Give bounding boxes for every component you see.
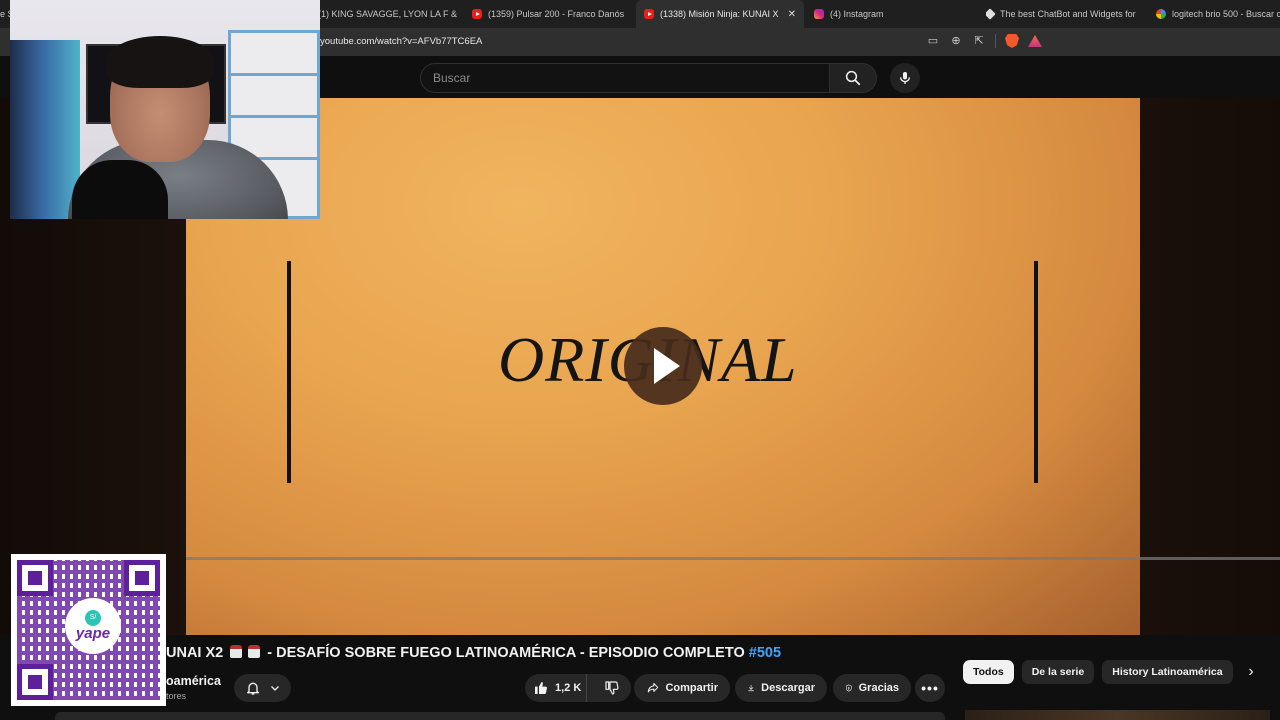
tab-google-search[interactable]: logitech brio 500 - Buscar cor <box>1156 0 1280 28</box>
qr-finder <box>124 560 160 596</box>
share-icon <box>647 683 659 693</box>
subscriber-count: tores <box>166 691 187 701</box>
chevron-down-icon <box>270 686 279 691</box>
thanks-button[interactable]: $ Gracias <box>833 674 911 702</box>
chef-emoji-icon <box>248 645 261 658</box>
webcam-clothes <box>10 40 80 219</box>
chef-emoji-icon <box>230 645 243 658</box>
video-frame-bar <box>287 261 291 483</box>
share-button[interactable]: Compartir <box>634 674 730 702</box>
play-button[interactable] <box>624 327 702 405</box>
youtube-icon <box>472 9 482 19</box>
chatbot-icon <box>986 8 996 20</box>
tab-label: The best ChatBot and Widgets for Ki <box>1000 9 1138 19</box>
chevron-right-icon[interactable]: › <box>1240 661 1262 683</box>
recommendation-chips: Todos De la serie History Latinoamérica <box>963 660 1233 684</box>
qr-finder <box>17 664 53 700</box>
share-page-icon[interactable]: ⇱ <box>972 34 986 48</box>
search-button[interactable] <box>829 63 877 93</box>
download-button[interactable]: Descargar <box>735 674 827 702</box>
tab-chatbot[interactable]: The best ChatBot and Widgets for Ki <box>986 0 1138 28</box>
channel-name[interactable]: oamérica <box>166 674 221 688</box>
voice-search-button[interactable] <box>890 63 920 93</box>
like-dislike-group: 1,2 K <box>525 674 631 702</box>
zoom-icon[interactable]: ⊕ <box>949 34 963 48</box>
like-count: 1,2 K <box>555 682 582 694</box>
tab-label: (1359) Pulsar 200 - Franco Danós <box>488 9 625 19</box>
search-icon <box>845 70 861 86</box>
tab-pulsar[interactable]: (1359) Pulsar 200 - Franco Danós ✕ <box>472 0 630 28</box>
url-field[interactable]: youtube.com/watch?v=AFVb77TC6EA <box>320 36 482 47</box>
like-button[interactable]: 1,2 K <box>525 674 588 702</box>
brave-shields-icon[interactable]: 10 <box>1005 34 1019 48</box>
instagram-icon <box>814 9 824 19</box>
thumbs-down-icon <box>605 681 619 695</box>
yape-coin-icon: S/ <box>85 610 101 626</box>
description-box-edge <box>55 712 945 720</box>
search-input[interactable] <box>421 64 829 92</box>
svg-text:$: $ <box>848 686 850 690</box>
notification-bell-button[interactable] <box>234 674 291 702</box>
brave-rewards-icon[interactable] <box>1028 35 1042 47</box>
dislike-button[interactable] <box>593 674 631 702</box>
chip-todos[interactable]: Todos <box>963 660 1014 684</box>
webcam-overlay <box>10 0 320 219</box>
cast-icon[interactable]: ▭ <box>926 34 940 48</box>
thanks-dollar-icon: $ <box>845 684 852 692</box>
youtube-icon <box>644 9 654 19</box>
thumbs-up-icon <box>535 681 547 695</box>
address-bar-actions: ▭ ⊕ ⇱ 10 <box>926 34 1042 48</box>
brave-badge: 10 <box>1012 30 1021 36</box>
tab-king-savagge[interactable]: (1) KING SAVAGGE, LYON LA F & KAT <box>318 0 458 28</box>
search-box <box>420 63 829 93</box>
chip-history-latinoamerica[interactable]: History Latinoamérica <box>1102 660 1233 684</box>
hashtag-link[interactable]: #505 <box>749 645 781 661</box>
microphone-icon <box>900 72 910 84</box>
yape-qr-code: S/ yape <box>11 554 166 706</box>
divider <box>995 34 996 48</box>
video-title: UNAI X2 - DESAFÍO SOBRE FUEGO LATINOAMÉR… <box>166 645 781 661</box>
chip-de-la-serie[interactable]: De la serie <box>1021 660 1095 684</box>
tab-label: (1338) Misión Ninja: KUNAI X <box>660 9 779 19</box>
webcam-person-hair <box>106 36 214 88</box>
video-title-start: UNAI X2 <box>166 645 224 661</box>
thanks-label: Gracias <box>858 682 899 694</box>
close-tab-icon[interactable]: ✕ <box>788 9 796 20</box>
yape-wordmark: yape <box>75 625 111 642</box>
tab-label: (1) KING SAVAGGE, LYON LA F & KAT <box>318 9 458 19</box>
tab-mision-ninja[interactable]: (1338) Misión Ninja: KUNAI X ✕ <box>636 0 804 28</box>
webcam-microphone <box>72 160 168 219</box>
tab-label: (4) Instagram <box>830 9 884 19</box>
yape-logo: S/ yape <box>65 598 121 654</box>
video-frame-bar <box>1034 261 1038 483</box>
download-label: Descargar <box>761 682 815 694</box>
more-icon: ••• <box>921 680 939 696</box>
share-label: Compartir <box>665 682 718 694</box>
recommended-thumbnail-edge[interactable] <box>965 710 1270 720</box>
video-player[interactable]: ORIGINAL <box>186 98 1140 635</box>
more-actions-button[interactable]: ••• <box>915 674 945 702</box>
bell-icon <box>246 682 259 695</box>
video-title-rest: - DESAFÍO SOBRE FUEGO LATINOAMÉRICA - EP… <box>267 645 745 661</box>
qr-finder <box>17 560 53 596</box>
download-icon <box>748 684 754 692</box>
google-icon <box>1156 9 1166 19</box>
tab-label: logitech brio 500 - Buscar cor <box>1172 9 1280 19</box>
video-progress-bar[interactable] <box>186 557 1280 560</box>
tab-instagram[interactable]: (4) Instagram <box>814 0 974 28</box>
